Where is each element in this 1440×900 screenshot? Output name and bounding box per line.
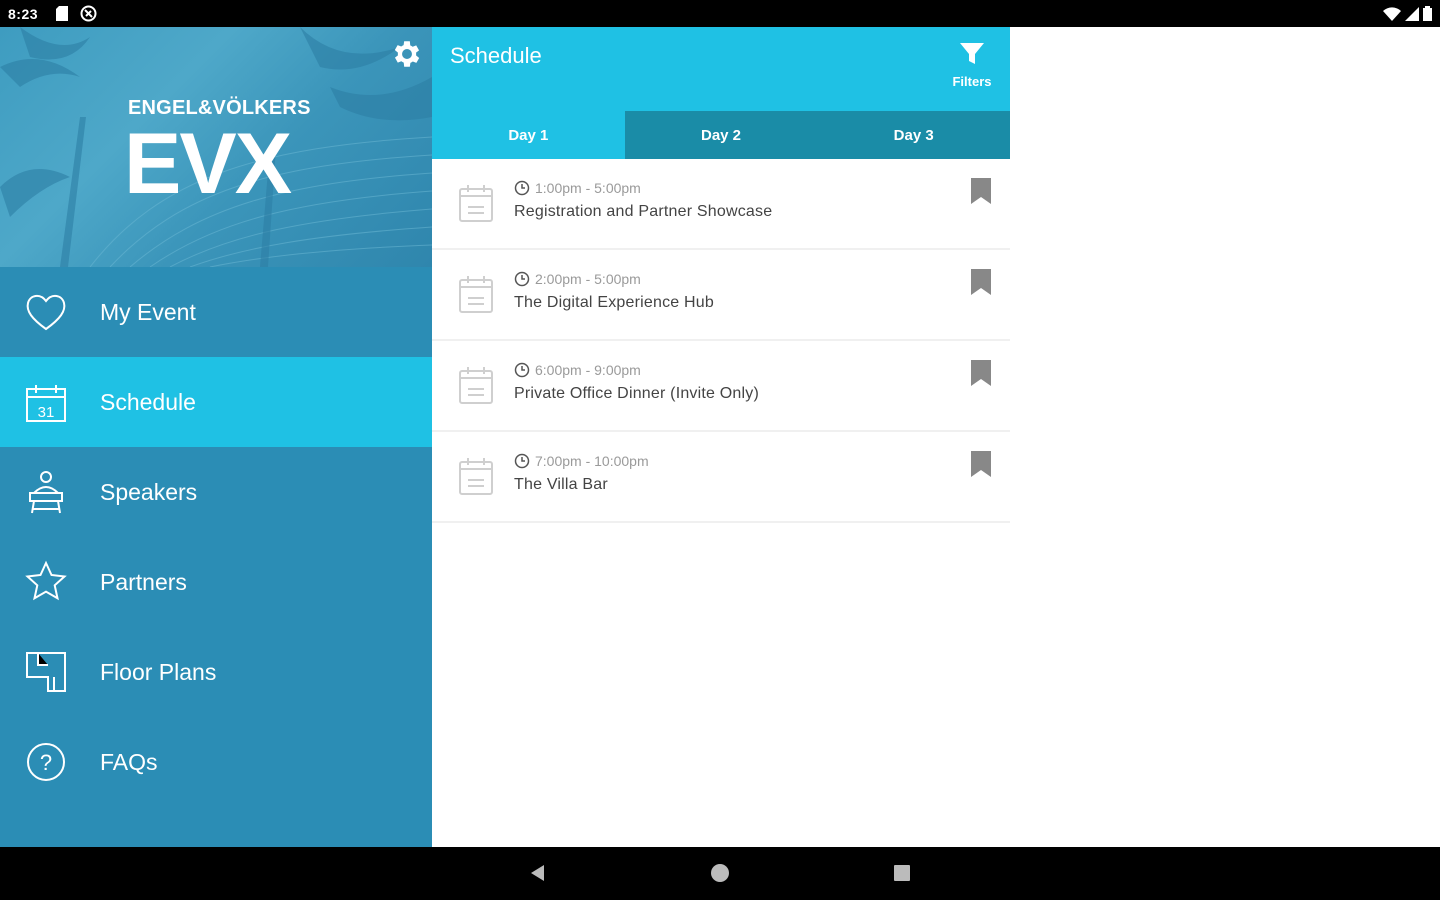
sd-card-icon (56, 6, 68, 21)
system-nav-bar (0, 847, 1440, 900)
recents-icon[interactable] (892, 863, 912, 883)
battery-icon (1423, 6, 1432, 21)
session-time-text: 2:00pm - 5:00pm (535, 271, 641, 287)
navigation-drawer: ENGEL&VÖLKERS EVX My Event 31 Schedule S… (0, 27, 432, 847)
session-row[interactable]: 7:00pm - 10:00pm The Villa Bar (432, 432, 1010, 523)
menu-item-label: Schedule (100, 389, 196, 415)
status-time: 8:23 (8, 6, 39, 22)
menu-item-speakers[interactable]: Speakers (0, 447, 432, 537)
menu-item-my-event[interactable]: My Event (0, 267, 432, 357)
session-calendar-icon (459, 276, 493, 313)
bookmark-icon[interactable] (970, 268, 992, 296)
signal-icon (1405, 6, 1419, 21)
back-icon[interactable] (528, 863, 548, 883)
heart-icon (26, 295, 66, 331)
wifi-icon (1383, 6, 1401, 21)
day-tabs: Day 1 Day 2 Day 3 (432, 111, 1011, 159)
tab-day-3[interactable]: Day 3 (817, 111, 1011, 159)
filters-label: Filters (952, 74, 992, 89)
star-icon (25, 560, 67, 601)
drawer-header: ENGEL&VÖLKERS EVX (0, 27, 432, 267)
menu-item-label: My Event (100, 299, 196, 325)
session-row[interactable]: 1:00pm - 5:00pm Registration and Partner… (432, 159, 1010, 250)
clock-icon (514, 180, 530, 196)
session-time-text: 1:00pm - 5:00pm (535, 180, 641, 196)
session-row[interactable]: 6:00pm - 9:00pm Private Office Dinner (I… (432, 341, 1010, 432)
session-time: 2:00pm - 5:00pm (514, 271, 641, 287)
menu-item-label: Speakers (100, 479, 198, 505)
no-sync-icon (80, 5, 97, 22)
session-title: Private Office Dinner (Invite Only) (514, 385, 760, 402)
home-icon[interactable] (710, 863, 730, 883)
session-time-text: 6:00pm - 9:00pm (535, 362, 641, 378)
tab-day-1[interactable]: Day 1 (432, 111, 625, 159)
bookmark-icon[interactable] (970, 450, 992, 478)
menu-item-label: FAQs (100, 749, 158, 775)
filter-funnel-icon (960, 43, 984, 64)
speaker-icon (29, 471, 63, 514)
app-screen: 8:23 ENGEL&VÖLKERS EVX My Event 31 Sched… (0, 0, 1440, 900)
status-right-icons (1383, 6, 1432, 21)
empty-detail-area (1010, 27, 1440, 847)
menu-item-partners[interactable]: Partners (0, 537, 432, 627)
session-time: 1:00pm - 5:00pm (514, 180, 641, 196)
session-list: 1:00pm - 5:00pm Registration and Partner… (432, 159, 1010, 523)
brand-logo-text: EVX (124, 116, 292, 212)
session-calendar-icon (459, 185, 493, 222)
svg-text:31: 31 (38, 404, 55, 421)
calendar-icon: 31 (26, 385, 66, 422)
clock-icon (514, 271, 530, 287)
clock-icon (514, 453, 530, 469)
session-time: 7:00pm - 10:00pm (514, 453, 649, 469)
session-row[interactable]: 2:00pm - 5:00pm The Digital Experience H… (432, 250, 1010, 341)
session-calendar-icon (459, 367, 493, 404)
schedule-panel: Schedule Filters Day 1 Day 2 Day 3 1:00p… (432, 27, 1011, 847)
question-icon: ? (27, 743, 65, 781)
session-calendar-icon (459, 458, 493, 495)
session-title: Registration and Partner Showcase (514, 203, 773, 220)
bookmark-icon[interactable] (970, 359, 992, 387)
bookmark-icon[interactable] (970, 177, 992, 205)
floor-plan-icon (26, 652, 66, 692)
drawer-menu: My Event 31 Schedule Speakers Partners F… (0, 267, 432, 807)
clock-icon (514, 362, 530, 378)
session-title: The Digital Experience Hub (514, 294, 714, 311)
session-time-text: 7:00pm - 10:00pm (535, 453, 649, 469)
filters-button[interactable]: Filters (948, 41, 996, 89)
settings-gear-icon[interactable] (390, 37, 424, 71)
menu-item-faqs[interactable]: ? FAQs (0, 717, 432, 807)
tab-day-2[interactable]: Day 2 (624, 111, 818, 159)
svg-text:?: ? (40, 750, 52, 775)
menu-item-label: Partners (100, 569, 187, 595)
menu-item-label: Floor Plans (100, 659, 217, 685)
page-title: Schedule (450, 43, 542, 68)
status-bar: 8:23 (0, 0, 1440, 27)
session-time: 6:00pm - 9:00pm (514, 362, 641, 378)
app-bar: Schedule Filters (432, 27, 1010, 111)
menu-item-floor-plans[interactable]: Floor Plans (0, 627, 432, 717)
session-title: The Villa Bar (514, 476, 608, 493)
menu-item-schedule[interactable]: 31 Schedule (0, 357, 432, 447)
